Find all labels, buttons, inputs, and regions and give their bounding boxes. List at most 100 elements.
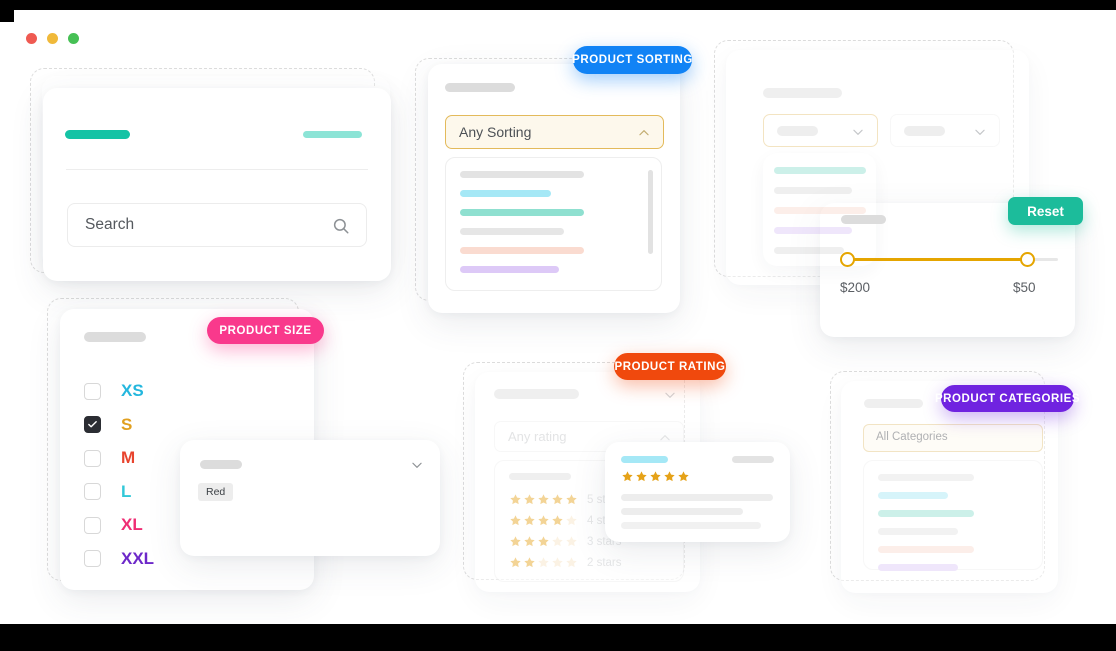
close-red-dot[interactable] xyxy=(26,33,37,44)
dual-select-card-title-bar xyxy=(763,88,842,98)
sorting-card-title-bar xyxy=(445,83,515,92)
option-bar[interactable] xyxy=(878,474,974,481)
categories-select-value: All Categories xyxy=(876,431,948,443)
app-canvas: Search Any Sorting PRODUCT SORTING $200 … xyxy=(0,10,1116,624)
dual-select-options-panel xyxy=(763,153,876,266)
dual-select-right-value xyxy=(904,126,945,136)
option-bar[interactable] xyxy=(460,266,559,273)
star-rating xyxy=(509,556,578,569)
color-tooltip: Red xyxy=(198,483,234,501)
dual-select-left-value xyxy=(777,126,818,136)
search-input[interactable]: Search xyxy=(67,203,367,247)
size-label-xs: XS xyxy=(121,381,144,400)
review-meta-bar xyxy=(732,456,774,463)
rating-option-label: 2 stars xyxy=(587,556,622,569)
search-input-placeholder: Search xyxy=(85,216,135,233)
star-rating xyxy=(509,514,578,527)
maximize-green-dot[interactable] xyxy=(68,33,79,44)
badge-product-categories: PRODUCT CATEGORIES xyxy=(935,385,1080,412)
size-checkbox-m[interactable] xyxy=(84,449,101,467)
option-bar[interactable] xyxy=(774,227,852,234)
price-slider-handle-min[interactable] xyxy=(840,252,855,267)
search-icon[interactable] xyxy=(332,217,350,235)
review-popup-card xyxy=(605,442,790,542)
size-label-xl: XL xyxy=(121,515,143,534)
screenshot-root: Search Any Sorting PRODUCT SORTING $200 … xyxy=(0,0,1116,651)
chevron-down-icon[interactable] xyxy=(851,125,865,139)
rating-option-row[interactable]: 3 stars xyxy=(509,535,622,548)
rating-panel-title-bar xyxy=(509,473,571,480)
dual-select-left[interactable] xyxy=(763,114,878,147)
size-option-xxl[interactable]: XXL xyxy=(84,549,154,569)
sorting-scrollbar-thumb[interactable] xyxy=(648,170,653,254)
chevron-up-icon[interactable] xyxy=(637,126,651,140)
rating-option-row[interactable]: 2 stars xyxy=(509,556,622,569)
option-bar[interactable] xyxy=(878,510,974,517)
sorting-options-panel xyxy=(445,157,662,291)
size-option-s[interactable]: S xyxy=(84,415,132,435)
size-checkbox-xl[interactable] xyxy=(84,516,101,534)
reset-button[interactable]: Reset xyxy=(1008,197,1083,225)
option-bar[interactable] xyxy=(774,207,866,214)
chevron-down-icon[interactable] xyxy=(663,388,677,402)
option-bar[interactable] xyxy=(460,209,584,216)
option-bar[interactable] xyxy=(878,528,958,535)
minimize-yellow-dot[interactable] xyxy=(47,33,58,44)
option-bar[interactable] xyxy=(460,171,584,178)
categories-options-panel xyxy=(863,460,1043,571)
review-accent-bar xyxy=(621,456,668,463)
search-card-action-bar xyxy=(303,131,362,138)
option-bar[interactable] xyxy=(460,247,584,254)
star-rating xyxy=(509,493,578,506)
star-rating xyxy=(509,535,578,548)
color-card-title-bar xyxy=(200,460,242,469)
size-label-m: M xyxy=(121,448,136,467)
size-option-xs[interactable]: XS xyxy=(84,381,144,401)
size-option-l[interactable]: L xyxy=(84,482,131,502)
size-checkbox-xxl[interactable] xyxy=(84,550,101,567)
dual-select-right[interactable] xyxy=(890,114,1000,147)
review-text-line xyxy=(621,508,743,515)
size-label-s: S xyxy=(121,414,133,434)
rating-select-placeholder: Any rating xyxy=(508,429,567,444)
price-card-title-bar xyxy=(841,215,886,224)
option-bar[interactable] xyxy=(878,564,958,571)
search-card xyxy=(43,88,391,281)
review-star-rating xyxy=(621,470,690,483)
option-bar[interactable] xyxy=(774,167,866,174)
chevron-down-icon[interactable] xyxy=(410,458,424,472)
price-min-label: $200 xyxy=(840,280,871,295)
size-option-xl[interactable]: XL xyxy=(84,515,143,535)
badge-product-rating: PRODUCT RATING xyxy=(614,353,726,380)
price-slider-fill xyxy=(847,258,1029,261)
search-card-divider xyxy=(66,169,368,170)
sorting-select[interactable]: Any Sorting xyxy=(445,115,664,149)
price-slider-handle-max[interactable] xyxy=(1020,252,1035,267)
option-bar[interactable] xyxy=(460,228,564,235)
chevron-down-icon[interactable] xyxy=(973,125,987,139)
size-checkbox-l[interactable] xyxy=(84,483,101,500)
window-controls xyxy=(26,33,79,44)
rating-card-title-bar xyxy=(494,389,579,399)
size-checkbox-s[interactable] xyxy=(84,416,101,433)
option-bar[interactable] xyxy=(878,546,974,553)
size-label-xxl: XXL xyxy=(121,548,155,568)
categories-select[interactable]: All Categories xyxy=(863,424,1043,452)
size-option-m[interactable]: M xyxy=(84,448,135,468)
categories-card-title-bar xyxy=(864,399,923,408)
review-text-line xyxy=(621,494,773,501)
price-max-label: $50 xyxy=(1013,280,1036,295)
badge-product-sorting: PRODUCT SORTING xyxy=(572,46,692,74)
option-bar[interactable] xyxy=(774,247,844,254)
size-card-title-bar xyxy=(84,332,146,342)
option-bar[interactable] xyxy=(460,190,551,197)
size-checkbox-xs[interactable] xyxy=(84,382,101,400)
corner-notch xyxy=(0,0,14,22)
badge-product-size: PRODUCT SIZE xyxy=(207,317,324,344)
option-bar[interactable] xyxy=(774,187,852,194)
search-card-title-bar xyxy=(65,130,130,139)
sorting-select-value: Any Sorting xyxy=(459,124,532,140)
option-bar[interactable] xyxy=(878,492,948,499)
review-text-line xyxy=(621,522,761,529)
size-label-l: L xyxy=(121,481,132,501)
